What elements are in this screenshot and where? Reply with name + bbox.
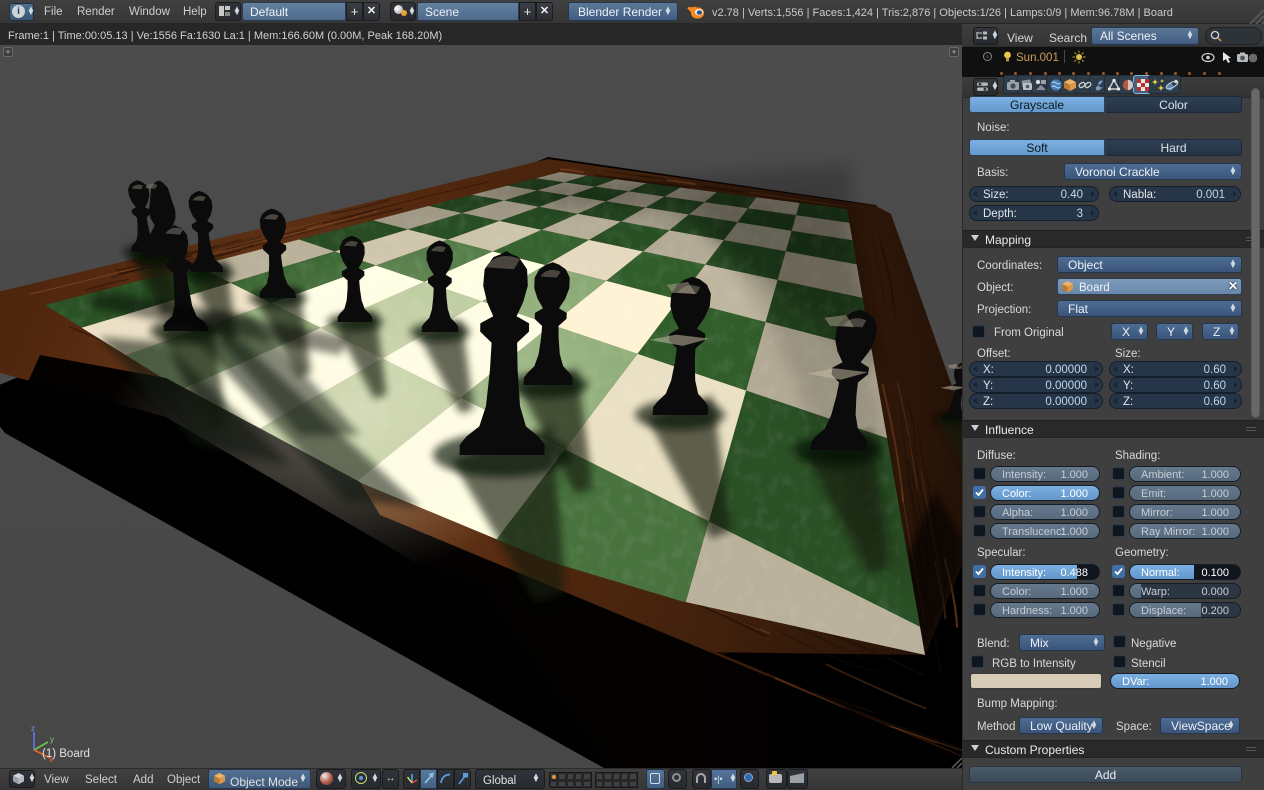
svg-text:y: y xyxy=(50,735,54,744)
svg-text:z: z xyxy=(31,724,35,733)
